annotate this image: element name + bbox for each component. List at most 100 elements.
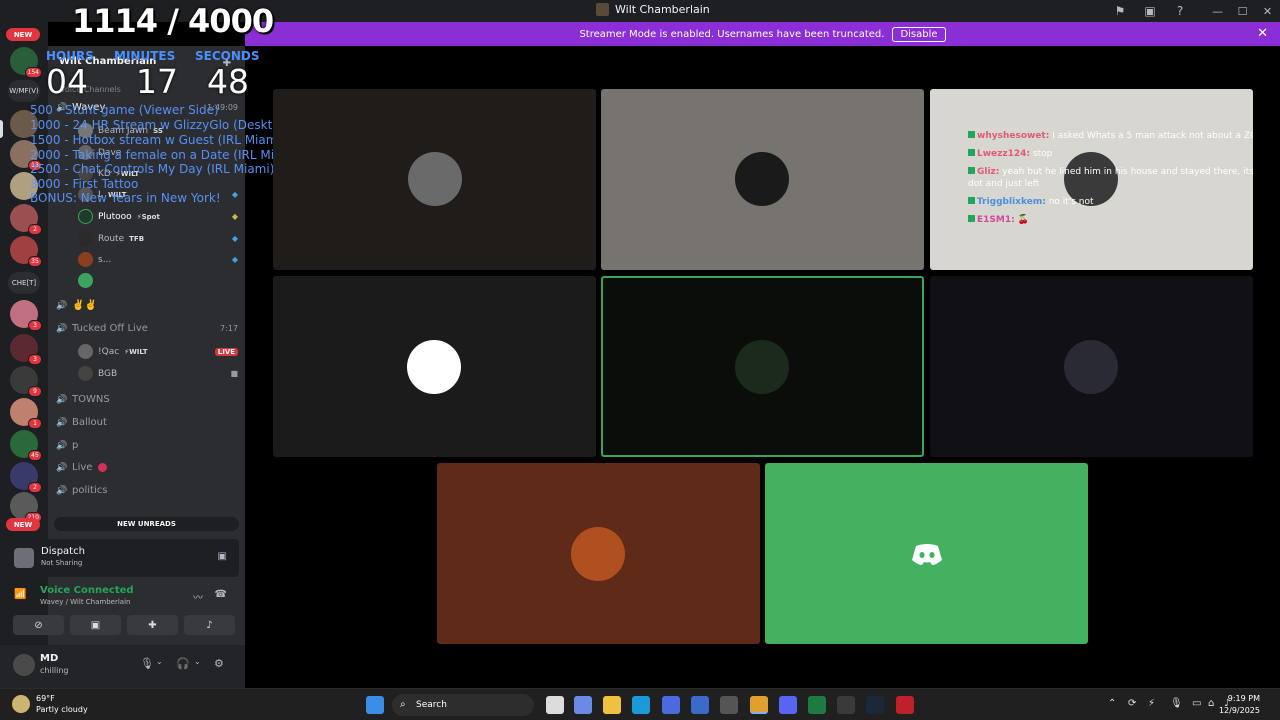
video-tile[interactable] bbox=[273, 89, 596, 270]
weather-temp: 69°F bbox=[36, 694, 55, 703]
store-icon[interactable] bbox=[662, 696, 680, 714]
server-icon[interactable]: 3 bbox=[10, 334, 42, 365]
voice-channel-path[interactable]: Wavey / Wilt Chamberlain bbox=[40, 598, 130, 606]
start-button-icon[interactable] bbox=[366, 696, 384, 714]
video-tile-speaking[interactable] bbox=[601, 276, 924, 457]
voice-channel-peace[interactable]: 🔊 ✌️✌️ bbox=[56, 300, 238, 311]
chevron-up-icon[interactable]: ⌃ bbox=[1108, 698, 1116, 709]
chrome-icon[interactable] bbox=[750, 696, 768, 714]
new-unreads-button[interactable]: NEW UNREADS bbox=[54, 517, 239, 531]
screen-share-icon[interactable]: ▣ bbox=[1135, 0, 1165, 22]
voice-member[interactable]: BGB ■ bbox=[78, 366, 238, 381]
disable-button[interactable]: Disable bbox=[892, 26, 946, 42]
share-screen-icon[interactable]: ▣ bbox=[218, 551, 227, 562]
video-tile[interactable] bbox=[601, 89, 924, 270]
new-pill[interactable]: NEW bbox=[6, 518, 40, 531]
voice-channel-tucked-off-live[interactable]: 🔊 Tucked Off Live 7:17 bbox=[56, 323, 238, 334]
camera-off-button[interactable]: ⊘ bbox=[13, 615, 64, 635]
microphone-icon[interactable]: 🎙 bbox=[1170, 698, 1183, 709]
server-icon[interactable]: 35 bbox=[10, 236, 42, 267]
server-icon bbox=[596, 3, 609, 16]
voice-channel-ballout[interactable]: 🔊 Ballout bbox=[56, 417, 238, 428]
mail-icon[interactable] bbox=[691, 696, 709, 714]
noise-suppression-icon[interactable]: 〰 bbox=[193, 589, 203, 604]
voice-channel-p[interactable]: 🔊 p bbox=[56, 440, 238, 451]
server-icon[interactable]: 210 bbox=[10, 492, 42, 523]
goal-counter: 1114 / 4000 bbox=[72, 2, 274, 40]
server-icon[interactable]: 2 bbox=[10, 204, 42, 235]
live-badge: LIVE bbox=[214, 347, 238, 356]
display-icon[interactable]: ▭ bbox=[1192, 698, 1201, 709]
app-icon[interactable] bbox=[896, 696, 914, 714]
voice-channel-towns[interactable]: 🔊 TOWNS bbox=[56, 394, 238, 405]
sync-icon[interactable]: ⟳ bbox=[1128, 698, 1136, 709]
flag-icon[interactable]: ⚑ bbox=[1105, 0, 1135, 22]
steam-icon[interactable] bbox=[866, 696, 884, 714]
bluetooth-icon[interactable]: ⚡ bbox=[1148, 698, 1155, 709]
voice-member[interactable]: s... ◆ bbox=[78, 252, 238, 267]
search-box[interactable]: ⌕ Search bbox=[392, 694, 534, 716]
timer-hours: 04 bbox=[46, 62, 88, 101]
user-panel: MD chilling 🎙 ⌄ 🎧 ⌄ ⚙ bbox=[0, 645, 245, 688]
dispatch-icon bbox=[14, 548, 34, 568]
dispatch-panel[interactable]: Dispatch Not Sharing ▣ bbox=[6, 539, 239, 577]
obs-icon[interactable] bbox=[720, 696, 738, 714]
voice-channel-live[interactable]: 🔊 Live bbox=[56, 462, 238, 473]
copilot-icon[interactable] bbox=[574, 696, 592, 714]
disconnect-icon[interactable]: ☎ bbox=[215, 589, 227, 600]
participant-avatar bbox=[1064, 340, 1118, 394]
username[interactable]: MD bbox=[40, 653, 58, 664]
stream-chat-tile[interactable]: whyshesowet: I asked Whats a 5 man attac… bbox=[930, 89, 1253, 270]
member-name: !Qac bbox=[98, 346, 120, 357]
unread-badge: 9 bbox=[28, 386, 42, 397]
close-button[interactable]: ✕ bbox=[1255, 0, 1280, 22]
participant-avatar bbox=[407, 340, 461, 394]
excel-icon[interactable] bbox=[808, 696, 826, 714]
server-icon[interactable]: 1 bbox=[10, 398, 42, 429]
screen-share-button[interactable]: ▣ bbox=[70, 615, 121, 635]
unread-badge: 154 bbox=[24, 67, 42, 78]
close-banner-icon[interactable]: ✕ bbox=[1257, 26, 1268, 41]
server-icon[interactable]: 2 bbox=[10, 462, 42, 493]
soundboard-button[interactable]: ♪ bbox=[184, 615, 235, 635]
minimize-button[interactable]: — bbox=[1205, 0, 1230, 22]
server-icon[interactable]: 45 bbox=[10, 430, 42, 461]
maximize-button[interactable]: ☐ bbox=[1230, 0, 1255, 22]
video-tile[interactable] bbox=[437, 463, 760, 644]
headphones-icon[interactable]: 🎧 bbox=[176, 657, 190, 670]
server-icon[interactable]: 3 bbox=[10, 300, 42, 331]
goal-item: 2000 - Taking a female on a Date (IRL Mi… bbox=[30, 148, 302, 162]
chevron-down-icon[interactable]: ⌄ bbox=[194, 657, 201, 666]
server-icon[interactable]: 154 bbox=[10, 47, 42, 78]
app-icon[interactable] bbox=[837, 696, 855, 714]
discord-icon[interactable] bbox=[779, 696, 797, 714]
video-tile[interactable] bbox=[273, 276, 596, 457]
voice-member[interactable]: Plutooo ⚡Spot ◆ bbox=[78, 209, 238, 224]
new-pill[interactable]: NEW bbox=[6, 28, 40, 41]
settings-gear-icon[interactable]: ⚙ bbox=[214, 657, 224, 670]
weather-widget[interactable]: 69°F Partly cloudy bbox=[12, 693, 88, 715]
network-icon[interactable]: ⌂ bbox=[1208, 698, 1214, 709]
signal-icon[interactable]: 📶 bbox=[14, 589, 26, 600]
voice-status[interactable]: Voice Connected bbox=[40, 585, 134, 596]
voice-member[interactable]: !Qac ⚡WILT LIVE bbox=[78, 344, 238, 359]
avatar[interactable] bbox=[13, 654, 35, 676]
edge-icon[interactable] bbox=[632, 696, 650, 714]
channel-timer: 7:17 bbox=[220, 324, 238, 333]
server-icon[interactable]: 9 bbox=[10, 366, 42, 397]
video-tile[interactable] bbox=[930, 276, 1253, 457]
video-tile[interactable] bbox=[765, 463, 1088, 644]
clock[interactable]: 9:19 PM 12/9/2025 bbox=[1219, 693, 1260, 717]
task-view-icon[interactable] bbox=[546, 696, 564, 714]
server-folder[interactable]: CHE[T] bbox=[8, 272, 40, 294]
server-folder[interactable]: W/MF(V) bbox=[8, 80, 40, 102]
goal-item: 3000 - First Tattoo bbox=[30, 177, 139, 191]
chevron-down-icon[interactable]: ⌄ bbox=[156, 657, 163, 666]
voice-member[interactable]: Route TFB ◆ bbox=[78, 231, 238, 246]
voice-channel-politics[interactable]: 🔊 politics bbox=[56, 485, 238, 496]
file-explorer-icon[interactable] bbox=[603, 696, 621, 714]
voice-member[interactable] bbox=[78, 273, 238, 288]
activities-button[interactable]: ✚ bbox=[127, 615, 178, 635]
microphone-icon[interactable]: 🎙 bbox=[140, 657, 154, 670]
help-icon[interactable]: ? bbox=[1165, 0, 1195, 22]
